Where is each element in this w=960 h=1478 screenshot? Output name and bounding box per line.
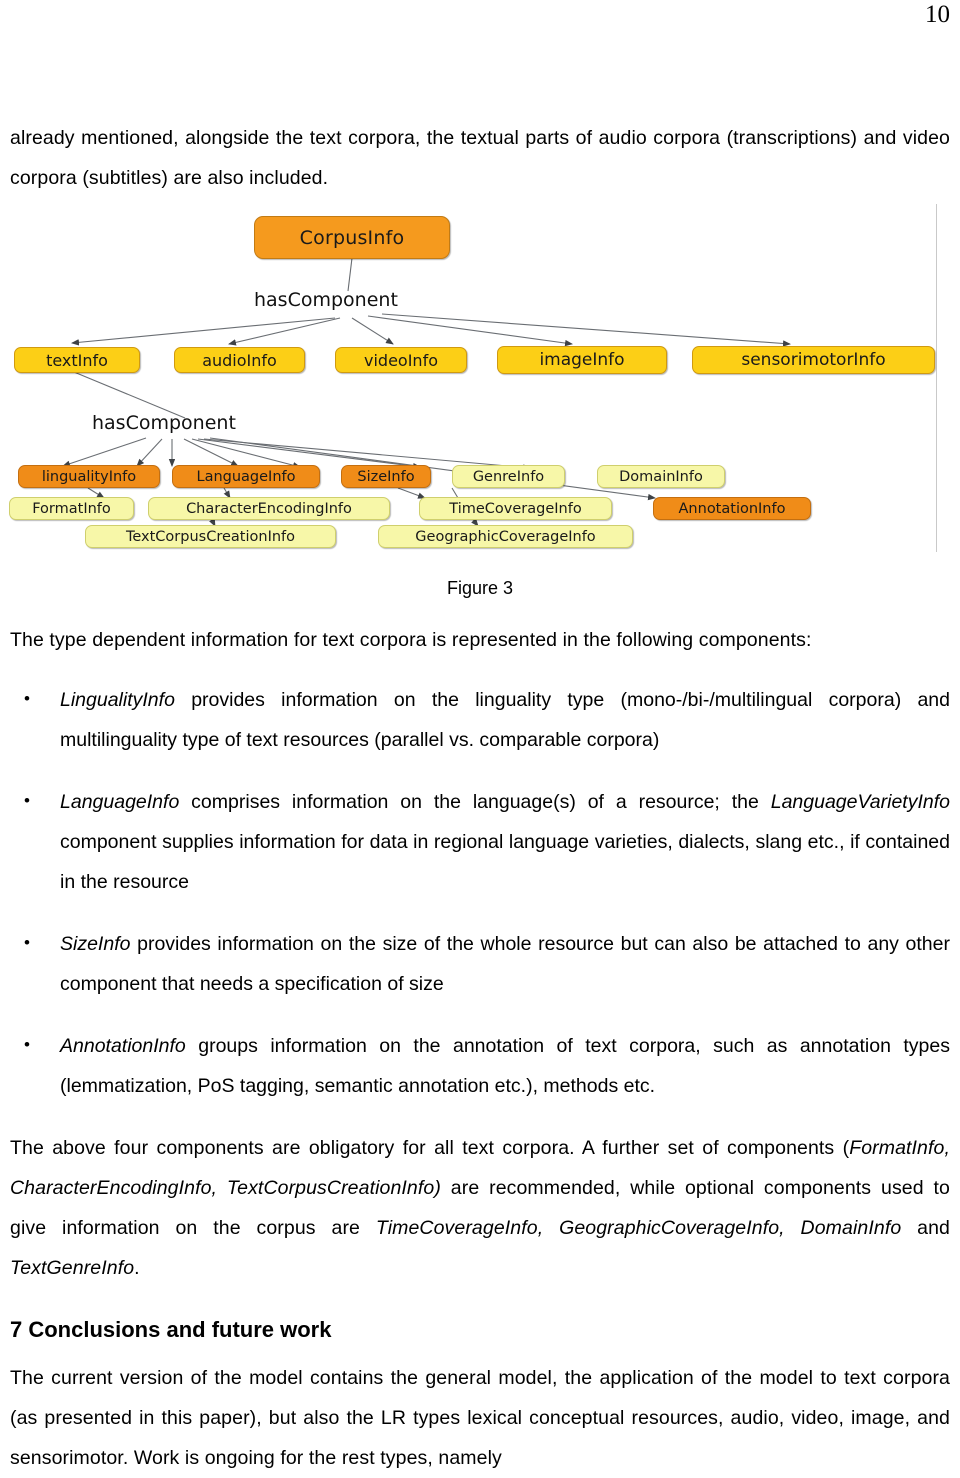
components-paragraph-i2: TimeCoverageInfo, GeographicCoverageInfo… (375, 1217, 902, 1239)
node-genre-info-label: GenreInfo (472, 468, 545, 485)
components-paragraph-p4: . (134, 1257, 140, 1279)
node-size-info[interactable]: SizeInfo (341, 465, 431, 488)
node-text-corpus-creation-info[interactable]: TextCorpusCreationInfo (85, 525, 336, 548)
components-paragraph-p1: The above four components are obligatory… (10, 1137, 850, 1159)
node-audio-info[interactable]: audioInfo (174, 347, 305, 373)
node-language-info[interactable]: LanguageInfo (172, 465, 320, 488)
node-video-info-label: videoInfo (364, 350, 438, 370)
node-domain-info-label: DomainInfo (619, 468, 703, 485)
main-body-block: The type dependent information for text … (10, 620, 950, 1478)
edge-label-has-component-2: hasComponent (92, 412, 236, 434)
text-size-info: provides information on the size of the … (60, 933, 950, 995)
list-item-size-info: SizeInfo provides information on the siz… (10, 923, 950, 1004)
edge-label-has-component-1-text: hasComponent (254, 289, 398, 311)
node-text-corpus-creation-info-label: TextCorpusCreationInfo (125, 528, 296, 545)
list-item-linguality-info: LingualityInfo provides information on t… (10, 679, 950, 760)
components-paragraph-p3: and (901, 1217, 950, 1239)
node-text-info[interactable]: textInfo (14, 347, 140, 373)
intro-paragraph: already mentioned, alongside the text co… (10, 127, 950, 189)
node-size-info-label: SizeInfo (357, 468, 415, 485)
page-number: 10 (925, 1, 950, 28)
node-video-info[interactable]: videoInfo (335, 347, 467, 373)
lead-in-paragraph: The type dependent information for text … (10, 629, 812, 651)
node-text-info-label: textInfo (46, 350, 108, 370)
node-geographic-coverage-info-label: GeographicCoverageInfo (415, 528, 596, 545)
node-image-info[interactable]: imageInfo (497, 346, 667, 374)
edge-label-has-component-2-text: hasComponent (92, 412, 236, 434)
intro-paragraph-block: already mentioned, alongside the text co… (10, 118, 950, 198)
text-language-info: component supplies information for data … (60, 831, 950, 893)
node-image-info-label: imageInfo (539, 350, 625, 370)
node-character-encoding-info-label: CharacterEncodingInfo (186, 500, 352, 517)
text-annotation-info: groups information on the annotation of … (60, 1035, 950, 1097)
term-size-info: SizeInfo (60, 933, 131, 955)
node-sensorimotor-info[interactable]: sensorimotorInfo (692, 346, 935, 374)
node-format-info[interactable]: FormatInfo (9, 497, 134, 520)
node-linguality-info[interactable]: lingualityInfo (18, 465, 160, 488)
components-paragraph-i3: TextGenreInfo (10, 1257, 135, 1279)
figure-caption: Figure 3 (0, 578, 960, 599)
node-geographic-coverage-info[interactable]: GeographicCoverageInfo (378, 525, 633, 548)
text-language-info-mid: comprises information on the language(s)… (179, 791, 771, 813)
node-time-coverage-info[interactable]: TimeCoverageInfo (419, 497, 612, 520)
node-corpus-info[interactable]: CorpusInfo (254, 216, 450, 259)
node-sensorimotor-info-label: sensorimotorInfo (741, 350, 886, 370)
figure-3-diagram: CorpusInfo hasComponent textInfo audioIn… (0, 196, 960, 556)
node-corpus-info-label: CorpusInfo (299, 226, 405, 249)
edge-label-has-component-1: hasComponent (254, 289, 398, 311)
term-language-info: LanguageInfo (60, 791, 180, 813)
section-heading-conclusions: 7 Conclusions and future work (10, 1317, 332, 1342)
node-format-info-label: FormatInfo (32, 500, 111, 517)
text-linguality-info: provides information on the linguality t… (60, 689, 950, 751)
components-paragraph: The above four components are obligatory… (10, 1128, 950, 1288)
node-language-info-label: LanguageInfo (196, 468, 296, 485)
node-character-encoding-info[interactable]: CharacterEncodingInfo (148, 497, 390, 520)
list-item-annotation-info: AnnotationInfo groups information on the… (10, 1025, 950, 1106)
node-genre-info[interactable]: GenreInfo (452, 465, 565, 488)
term-language-variety-info: LanguageVarietyInfo (770, 791, 950, 813)
term-linguality-info: LingualityInfo (60, 689, 175, 711)
conclusion-paragraph: The current version of the model contain… (10, 1367, 950, 1469)
list-item-language-info: LanguageInfo comprises information on th… (10, 781, 950, 902)
node-annotation-info[interactable]: AnnotationInfo (653, 497, 811, 520)
figure-caption-text: Figure 3 (446, 578, 514, 598)
node-domain-info[interactable]: DomainInfo (597, 465, 725, 488)
node-linguality-info-label: lingualityInfo (41, 468, 137, 485)
node-annotation-info-label: AnnotationInfo (678, 500, 786, 517)
term-annotation-info: AnnotationInfo (60, 1035, 186, 1057)
node-time-coverage-info-label: TimeCoverageInfo (449, 500, 582, 517)
component-bullet-list: LingualityInfo provides information on t… (10, 679, 950, 1106)
document-page: 10 already mentioned, alongside the text… (0, 0, 960, 1469)
node-audio-info-label: audioInfo (202, 350, 277, 370)
